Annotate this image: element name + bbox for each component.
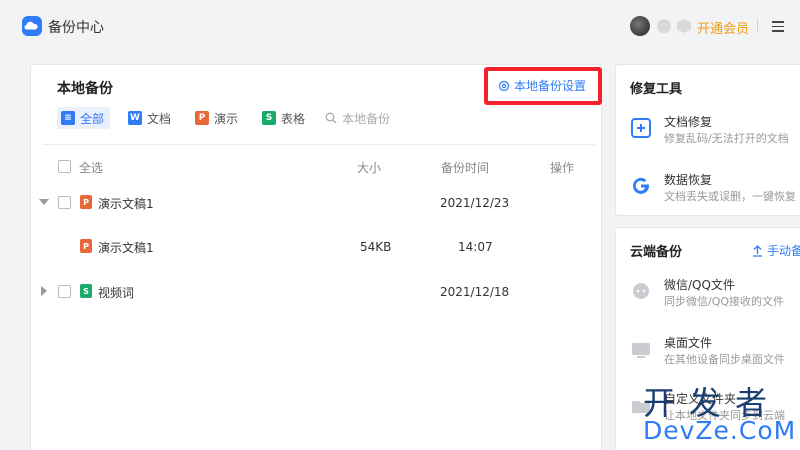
spreadsheet-file-icon: S	[80, 284, 92, 298]
wechat-qq-files-title[interactable]: 微信/QQ文件	[664, 276, 735, 293]
data-recovery-title[interactable]: 数据恢复	[664, 171, 712, 188]
row-size: 54KB	[360, 240, 392, 254]
watermark-en: DevZe.CoM	[643, 416, 797, 445]
member-badge-icon[interactable]	[657, 19, 671, 33]
filter-all[interactable]: ≡ 全部	[57, 107, 111, 129]
filter-documents-label: 文档	[147, 111, 172, 126]
presentation-file-icon: P	[80, 239, 92, 253]
shield-badge-icon[interactable]	[677, 19, 691, 33]
filter-spreadsheets-label: 表格	[281, 111, 306, 126]
row-time: 2021/12/18	[440, 285, 510, 299]
presentation-file-icon: P	[80, 195, 92, 209]
highlight-box	[484, 67, 602, 105]
filter-presentations-label: 演示	[214, 111, 239, 126]
row-name[interactable]: 演示文稿1	[98, 195, 154, 212]
title-bar: 备份中心 开通会员	[0, 0, 800, 52]
row-checkbox[interactable]	[58, 285, 71, 298]
wechat-qq-files-desc: 同步微信/QQ接收的文件	[664, 295, 785, 308]
column-backup-time: 备份时间	[441, 161, 490, 175]
manual-backup-button[interactable]: 手动备	[752, 242, 800, 259]
avatar[interactable]	[630, 16, 650, 36]
word-doc-icon: W	[128, 111, 143, 125]
open-vip-link[interactable]: 开通会员	[697, 18, 749, 37]
app-title: 备份中心	[48, 20, 104, 36]
presentation-icon: P	[195, 111, 210, 125]
hamburger-menu-icon[interactable]	[772, 21, 784, 32]
desktop-files-title[interactable]: 桌面文件	[664, 334, 712, 351]
spreadsheet-icon: S	[262, 111, 277, 125]
data-recovery-desc: 文档丢失或误删，一键恢复	[664, 190, 796, 203]
expand-toggle-icon[interactable]	[39, 199, 49, 205]
row-time: 14:07	[458, 240, 493, 254]
local-backup-panel: 本地备份 本地备份设置 ≡ 全部 W 文档 P 演示 S 表格 本地备份 全选 …	[30, 64, 602, 450]
document-repair-desc: 修复乱码/无法打开的文档	[664, 132, 789, 145]
local-backup-title: 本地备份	[57, 81, 113, 97]
column-select-all: 全选	[79, 161, 104, 175]
chat-icon	[633, 283, 649, 299]
column-size: 大小	[357, 161, 382, 175]
repair-tools-title: 修复工具	[630, 82, 683, 97]
list-icon: ≡	[61, 111, 75, 125]
desktop-files-desc: 在其他设备同步桌面文件	[664, 353, 785, 366]
row-checkbox[interactable]	[58, 196, 71, 209]
search-icon	[325, 112, 337, 124]
filter-presentations[interactable]: P 演示	[191, 107, 244, 129]
row-name[interactable]: 视频词	[98, 284, 134, 301]
manual-backup-label: 手动备	[767, 244, 800, 258]
filter-tabs: ≡ 全部 W 文档 P 演示 S 表格 本地备份	[57, 107, 390, 129]
row-time: 2021/12/23	[440, 196, 510, 210]
cloud-backup-title: 云端备份	[630, 245, 683, 260]
filter-spreadsheets[interactable]: S 表格	[258, 107, 311, 129]
filter-all-label: 全部	[80, 111, 105, 126]
select-all-checkbox[interactable]	[58, 160, 71, 173]
search-placeholder: 本地备份	[342, 111, 391, 126]
repair-tools-panel: 修复工具 文档修复 修复乱码/无法打开的文档 数据恢复 文档丢失或误删，一键恢复	[615, 64, 800, 216]
document-repair-icon	[631, 118, 651, 138]
divider	[757, 19, 758, 33]
divider	[43, 144, 595, 145]
expand-toggle-icon[interactable]	[41, 286, 47, 296]
filter-documents[interactable]: W 文档	[124, 107, 177, 129]
document-repair-title[interactable]: 文档修复	[664, 113, 712, 130]
upload-icon	[753, 244, 762, 257]
column-actions: 操作	[550, 161, 575, 175]
row-name[interactable]: 演示文稿1	[98, 239, 154, 256]
search-local-backup[interactable]: 本地备份	[325, 110, 390, 127]
watermark: 开发者 DevZe.CoM	[641, 378, 800, 450]
cloud-folder-icon	[22, 16, 42, 36]
desktop-icon	[632, 343, 650, 358]
data-recovery-icon	[633, 177, 649, 194]
